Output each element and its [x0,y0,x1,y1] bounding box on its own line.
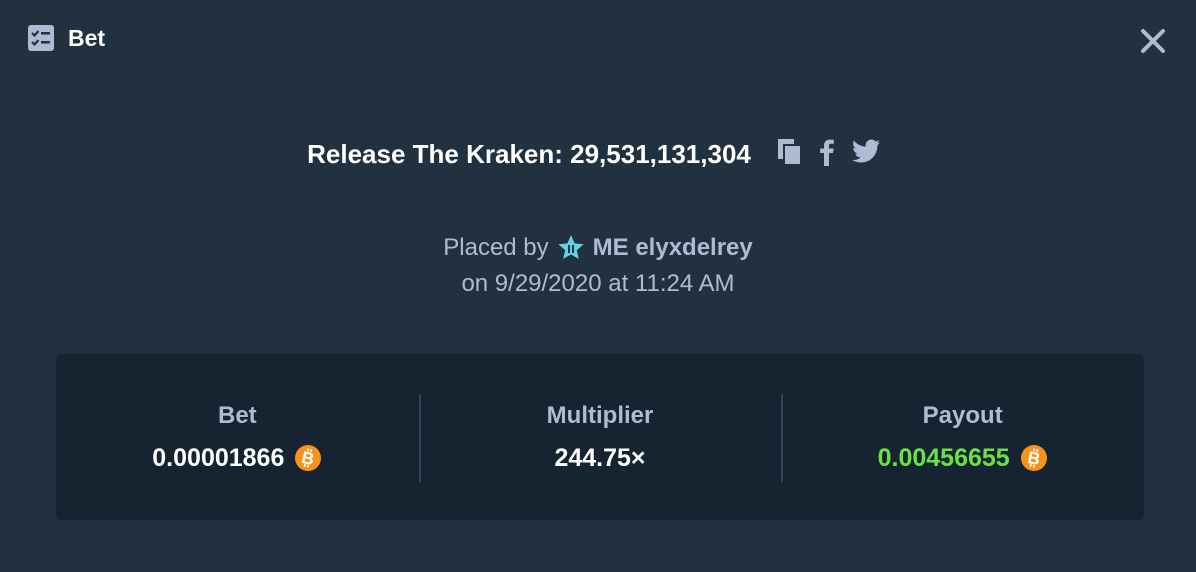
close-icon[interactable] [1140,28,1166,54]
twitter-icon[interactable] [851,139,881,170]
stat-payout-value: 0.00456655 [877,443,1010,472]
stat-bet-value: 0.00001866 [152,443,285,472]
placed-by-info: Placed by ME elyxdelrey on 9/29/2020 at … [0,230,1196,302]
copy-icon[interactable] [777,138,803,171]
bet-modal: Bet Release The Kraken: 29,531,131,304 P… [0,0,1196,572]
game-result-title[interactable]: Release The Kraken: 29,531,131,304 [307,139,751,170]
placed-by-line: Placed by ME elyxdelrey [0,230,1196,266]
close-button[interactable] [1140,28,1166,54]
username-link[interactable]: ME elyxdelrey [593,230,753,266]
stat-multiplier-label: Multiplier [546,401,654,429]
modal-title: Bet [68,24,106,51]
stat-multiplier-value: 244.75× [554,443,646,472]
bet-list-icon [28,25,54,51]
vip-star-icon [557,234,585,262]
stat-multiplier-value-row: 244.75× [554,444,645,473]
stat-payout-label: Payout [922,401,1003,429]
placed-date: on 9/29/2020 at 11:24 AM [461,270,735,297]
stat-payout: Payout 0.00456655 B [781,354,1144,520]
modal-header: Bet [28,22,105,54]
stat-multiplier: Multiplier 244.75× [418,354,782,520]
placed-by-label: Placed by [443,234,549,261]
bitcoin-icon: B [1020,444,1048,472]
stat-bet-label: Bet [218,401,257,429]
bitcoin-icon: B [294,444,322,472]
stat-bet: Bet 0.00001866 B [56,354,419,520]
game-title-row: Release The Kraken: 29,531,131,304 [0,136,1196,172]
bet-stats-panel: Bet 0.00001866 B Multiplier 244.75× Payo… [56,354,1144,520]
stat-payout-value-row: 0.00456655 B [878,444,1048,473]
facebook-icon[interactable] [819,138,835,171]
stat-bet-value-row: 0.00001866 B [152,444,322,473]
